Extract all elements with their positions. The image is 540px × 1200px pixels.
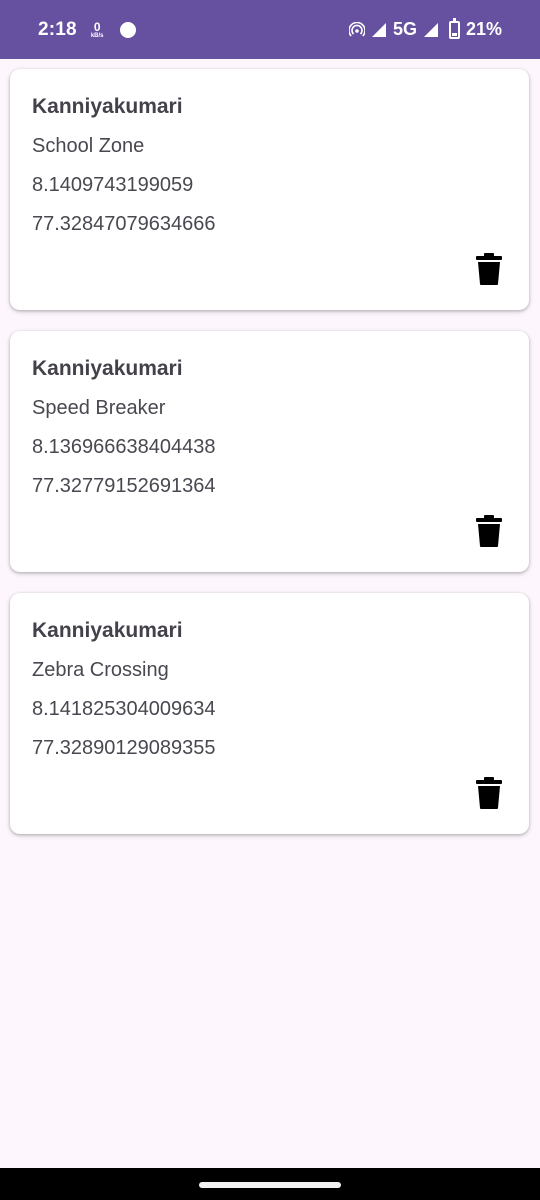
card-latitude: 8.1409743199059	[32, 174, 194, 196]
net-speed-indicator: 0 kB/s	[91, 21, 104, 39]
navigation-bar	[0, 1168, 540, 1200]
delete-button[interactable]	[475, 514, 503, 548]
card-title: Kanniyakumari	[32, 357, 183, 380]
card-type: Speed Breaker	[32, 397, 166, 419]
signal-icon-2	[423, 22, 438, 37]
location-card[interactable]: Kanniyakumari School Zone 8.140974319905…	[10, 69, 529, 310]
net-speed-unit: kB/s	[90, 32, 104, 39]
net-speed-value: 0	[93, 19, 101, 34]
status-left: 2:18 0 kB/s	[38, 19, 136, 41]
hotspot-icon	[348, 21, 365, 37]
status-time: 2:18	[38, 18, 77, 40]
card-latitude: 8.141825304009634	[32, 698, 216, 720]
card-title: Kanniyakumari	[32, 619, 183, 642]
location-card[interactable]: Kanniyakumari Speed Breaker 8.1369666384…	[10, 331, 529, 572]
status-bar: 2:18 0 kB/s 5G 21%	[0, 0, 540, 59]
card-title: Kanniyakumari	[32, 95, 183, 118]
trash-icon	[476, 777, 502, 809]
card-longitude: 77.32890129089355	[32, 737, 216, 759]
card-type: School Zone	[32, 135, 145, 157]
card-longitude: 77.32779152691364	[32, 475, 216, 497]
status-right: 5G 21%	[348, 17, 502, 40]
notification-dot-icon	[119, 21, 136, 38]
battery-icon	[448, 17, 460, 39]
battery-percent: 21%	[465, 19, 502, 39]
location-card[interactable]: Kanniyakumari Zebra Crossing 8.141825304…	[10, 593, 529, 834]
card-latitude: 8.136966638404438	[32, 436, 216, 458]
trash-icon	[476, 515, 502, 547]
location-list: Kanniyakumari School Zone 8.140974319905…	[10, 69, 529, 855]
network-type: 5G	[392, 19, 417, 39]
delete-button[interactable]	[475, 776, 503, 810]
card-longitude: 77.32847079634666	[32, 213, 216, 235]
home-gesture-handle[interactable]	[199, 1182, 341, 1188]
card-type: Zebra Crossing	[32, 659, 169, 681]
signal-icon	[371, 22, 386, 37]
delete-button[interactable]	[475, 252, 503, 286]
trash-icon	[476, 253, 502, 285]
